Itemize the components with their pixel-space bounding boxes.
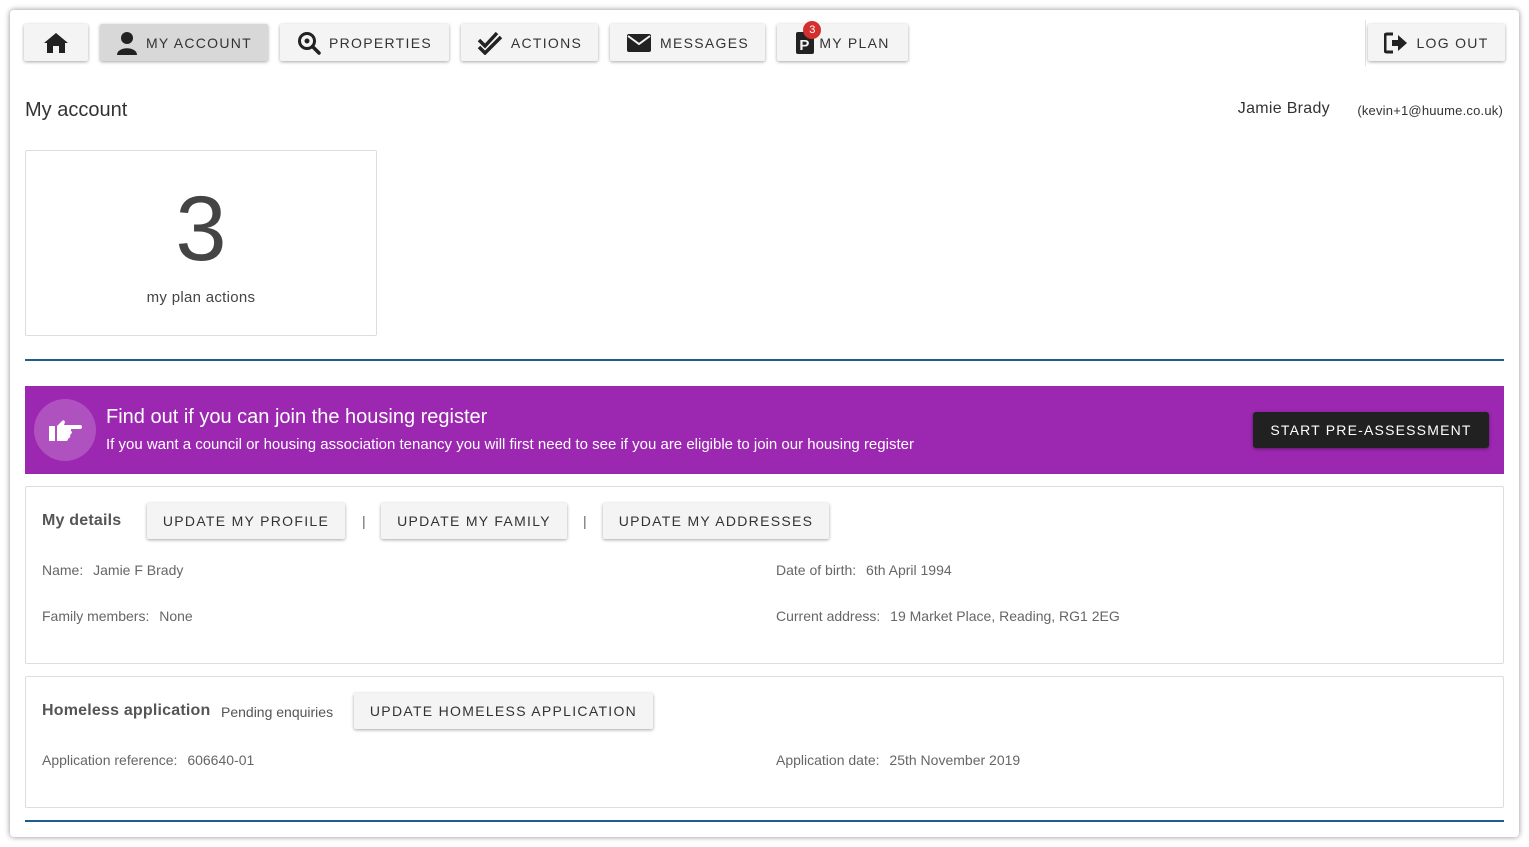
update-homeless-application-button[interactable]: UPDATE HOMELESS APPLICATION: [354, 693, 653, 729]
application-date-label: Application date:: [776, 752, 880, 768]
plan-actions-card[interactable]: 3 my plan actions: [25, 150, 377, 336]
logout-icon: [1384, 32, 1408, 54]
button-separator: |: [362, 513, 366, 529]
nav-home-button[interactable]: [24, 24, 88, 61]
dob-value: 6th April 1994: [866, 562, 952, 578]
application-date-field: Application date: 25th November 2019: [776, 752, 1020, 768]
nav-my-plan[interactable]: P 3 MY PLAN: [777, 20, 908, 61]
app-window: MY ACCOUNT PROPERTIES ACTIONS MESSAGES P…: [10, 10, 1519, 837]
address-field: Current address: 19 Market Place, Readin…: [776, 608, 1120, 624]
family-label: Family members:: [42, 608, 150, 624]
nav-properties-label: PROPERTIES: [329, 34, 432, 51]
nav-actions-label: ACTIONS: [510, 34, 583, 51]
search-icon: [297, 31, 321, 55]
nav-my-plan-label: MY PLAN: [819, 34, 890, 51]
section-divider-bottom: [25, 820, 1504, 822]
nav-my-account[interactable]: MY ACCOUNT: [100, 24, 268, 61]
dob-label: Date of birth:: [776, 562, 857, 578]
my-details-title: My details: [42, 512, 122, 529]
plan-actions-count: 3: [175, 178, 227, 280]
name-value: Jamie F Brady: [93, 562, 184, 578]
application-reference-value: 606640-01: [187, 752, 255, 768]
nav-divider: [1365, 20, 1366, 66]
family-field: Family members: None: [42, 608, 193, 624]
start-pre-assessment-button[interactable]: START PRE-ASSESSMENT: [1253, 412, 1489, 448]
plan-p-icon: P 3: [795, 20, 822, 55]
my-details-panel: My details UPDATE MY PROFILE | UPDATE MY…: [25, 486, 1504, 664]
nav-properties[interactable]: PROPERTIES: [280, 24, 449, 61]
user-name: Jamie Brady: [1237, 100, 1330, 117]
nav-messages-label: MESSAGES: [660, 34, 749, 51]
address-value: 19 Market Place, Reading, RG1 2EG: [890, 608, 1120, 624]
nav-actions[interactable]: ACTIONS: [461, 24, 598, 61]
address-label: Current address:: [776, 608, 881, 624]
my-plan-badge: 3: [803, 20, 822, 39]
home-icon: [43, 32, 69, 54]
double-check-icon: [477, 31, 503, 55]
homeless-application-panel: Homeless application Pending enquiries U…: [25, 676, 1504, 808]
update-addresses-button[interactable]: UPDATE MY ADDRESSES: [603, 503, 829, 539]
logout-label: LOG OUT: [1416, 34, 1489, 51]
envelope-icon: [626, 33, 652, 53]
application-reference-label: Application reference:: [42, 752, 178, 768]
application-reference-field: Application reference: 606640-01: [42, 752, 254, 768]
button-separator: |: [583, 513, 587, 529]
dob-field: Date of birth: 6th April 1994: [776, 562, 952, 578]
page-title: My account: [25, 99, 128, 121]
banner-title: Find out if you can join the housing reg…: [106, 406, 488, 428]
section-divider: [25, 359, 1504, 361]
family-value: None: [159, 608, 193, 624]
user-email: (kevin+1@huume.co.uk): [1357, 103, 1503, 118]
name-field: Name: Jamie F Brady: [42, 562, 183, 578]
logout-button[interactable]: LOG OUT: [1368, 24, 1505, 61]
svg-text:P: P: [800, 37, 811, 54]
plan-actions-label: my plan actions: [146, 289, 256, 306]
housing-register-banner: Find out if you can join the housing reg…: [25, 386, 1504, 474]
homeless-status: Pending enquiries: [221, 704, 334, 720]
banner-subtitle: If you want a council or housing associa…: [106, 436, 914, 453]
user-icon: [116, 31, 138, 55]
nav-messages[interactable]: MESSAGES: [610, 24, 765, 61]
homeless-application-title: Homeless application: [42, 702, 211, 719]
update-profile-button[interactable]: UPDATE MY PROFILE: [147, 503, 345, 539]
nav-my-account-label: MY ACCOUNT: [145, 34, 253, 51]
application-date-value: 25th November 2019: [889, 752, 1021, 768]
update-family-button[interactable]: UPDATE MY FAMILY: [381, 503, 567, 539]
name-label: Name:: [42, 562, 84, 578]
pointing-hand-icon: [34, 399, 96, 461]
top-nav: MY ACCOUNT PROPERTIES ACTIONS MESSAGES P…: [24, 20, 1505, 66]
